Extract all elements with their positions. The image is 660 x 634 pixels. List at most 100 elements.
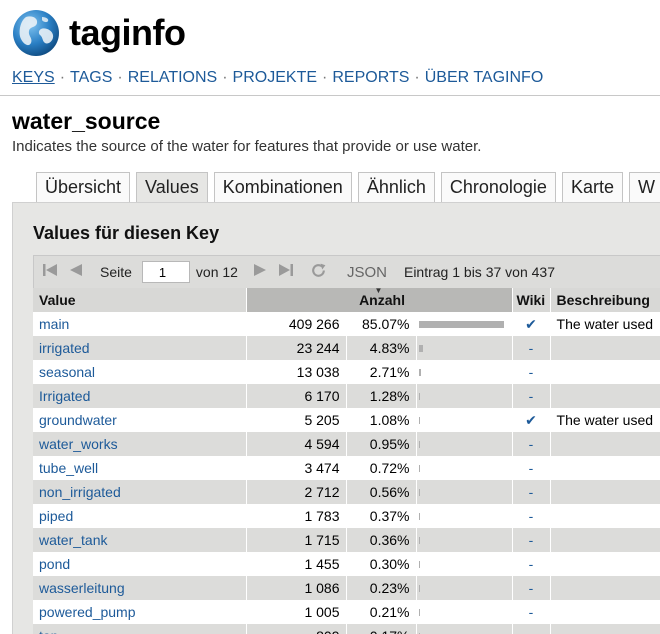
column-header-value[interactable]: Value bbox=[33, 288, 247, 312]
percent-bar bbox=[418, 584, 420, 592]
bar-cell bbox=[416, 504, 513, 528]
bar-cell bbox=[416, 624, 513, 634]
percent-bar bbox=[418, 488, 420, 496]
percent-bar bbox=[418, 344, 424, 352]
count-cell: 2 712 bbox=[246, 480, 347, 504]
next-page-icon[interactable] bbox=[252, 262, 268, 282]
value-link[interactable]: wasserleitung bbox=[39, 580, 125, 596]
prev-page-icon[interactable] bbox=[68, 262, 84, 282]
section-title: Values für diesen Key bbox=[33, 223, 220, 243]
value-link[interactable]: irrigated bbox=[39, 340, 90, 356]
sort-desc-icon: ▼ bbox=[374, 286, 383, 295]
nav-ueber-taginfo[interactable]: ÜBER TAGINFO bbox=[425, 69, 544, 86]
tab-uebersicht[interactable]: Übersicht bbox=[36, 172, 131, 203]
percent-cell: 1.28% bbox=[346, 384, 417, 408]
site-logo[interactable]: taginfo bbox=[12, 9, 186, 57]
table-row: irrigated 23 244 4.83% - bbox=[33, 336, 660, 360]
value-link[interactable]: powered_pump bbox=[39, 604, 136, 620]
value-link[interactable]: non_irrigated bbox=[39, 484, 121, 500]
value-cell: seasonal bbox=[33, 360, 247, 384]
value-cell: wasserleitung bbox=[33, 576, 247, 600]
bar-cell bbox=[416, 456, 513, 480]
values-table: Value ▼ Anzahl Wiki Beschreibung main 409 … bbox=[33, 286, 660, 634]
wiki-cell: - bbox=[512, 432, 551, 456]
nav-keys[interactable]: KEYS bbox=[12, 69, 55, 86]
value-link[interactable]: water_works bbox=[39, 436, 118, 452]
column-header-beschreibung[interactable]: Beschreibung bbox=[550, 288, 660, 312]
tab-values[interactable]: Values bbox=[136, 172, 208, 204]
table-row: tube_well 3 474 0.72% - bbox=[33, 456, 660, 480]
count-cell: 1 005 bbox=[246, 600, 347, 624]
tab-chronologie[interactable]: Chronologie bbox=[440, 172, 556, 203]
nav-separator: · bbox=[117, 69, 123, 86]
wiki-cell: - bbox=[512, 360, 551, 384]
count-cell: 5 205 bbox=[246, 408, 347, 432]
count-cell: 1 715 bbox=[246, 528, 347, 552]
reload-icon[interactable] bbox=[310, 262, 327, 283]
nav-separator: · bbox=[322, 69, 328, 86]
column-header-wiki[interactable]: Wiki bbox=[512, 288, 551, 312]
percent-cell: 0.36% bbox=[346, 528, 417, 552]
count-cell: 409 266 bbox=[246, 312, 347, 336]
percent-cell: 0.72% bbox=[346, 456, 417, 480]
percent-cell: 0.17% bbox=[346, 624, 417, 634]
table-row: water_works 4 594 0.95% - bbox=[33, 432, 660, 456]
nav-reports[interactable]: REPORTS bbox=[332, 69, 409, 86]
value-link[interactable]: seasonal bbox=[39, 364, 95, 380]
description-cell bbox=[550, 552, 660, 576]
percent-bar bbox=[418, 512, 420, 520]
percent-bar bbox=[418, 368, 422, 376]
value-link[interactable]: water_tank bbox=[39, 532, 107, 548]
count-cell: 4 594 bbox=[246, 432, 347, 456]
value-link[interactable]: groundwater bbox=[39, 412, 117, 428]
value-link[interactable]: main bbox=[39, 316, 69, 332]
value-cell: water_tank bbox=[33, 528, 247, 552]
table-row: piped 1 783 0.37% - bbox=[33, 504, 660, 528]
value-cell: powered_pump bbox=[33, 600, 247, 624]
json-link[interactable]: JSON bbox=[347, 264, 387, 281]
count-cell: 1 086 bbox=[246, 576, 347, 600]
value-cell: piped bbox=[33, 504, 247, 528]
value-link[interactable]: Irrigated bbox=[39, 388, 90, 404]
value-link[interactable]: pond bbox=[39, 556, 70, 572]
page-number-input[interactable] bbox=[141, 261, 190, 283]
column-header-anzahl[interactable]: ▼ Anzahl bbox=[246, 286, 513, 312]
bar-cell bbox=[416, 552, 513, 576]
nav-separator: · bbox=[414, 69, 420, 86]
key-description: Indicates the source of the water for fe… bbox=[12, 138, 482, 155]
tab-wiki[interactable]: W bbox=[628, 172, 660, 203]
value-link[interactable]: piped bbox=[39, 508, 73, 524]
percent-cell: 85.07% bbox=[346, 312, 417, 336]
tab-kombinationen[interactable]: Kombinationen bbox=[213, 172, 352, 203]
nav-separator: · bbox=[222, 69, 228, 86]
value-link[interactable]: tap bbox=[39, 628, 58, 634]
first-page-icon[interactable] bbox=[42, 262, 58, 282]
description-cell bbox=[550, 528, 660, 552]
nav-tags[interactable]: TAGS bbox=[70, 69, 112, 86]
description-cell: The water used bbox=[550, 408, 660, 432]
description-cell bbox=[550, 360, 660, 384]
wiki-cell: - bbox=[512, 600, 551, 624]
tab-karte[interactable]: Karte bbox=[561, 172, 623, 203]
tab-aehnlich[interactable]: Ähnlich bbox=[357, 172, 435, 203]
table-row: Irrigated 6 170 1.28% - bbox=[33, 384, 660, 408]
percent-cell: 0.37% bbox=[346, 504, 417, 528]
table-row: water_tank 1 715 0.36% - bbox=[33, 528, 660, 552]
last-page-icon[interactable] bbox=[278, 262, 294, 282]
wiki-cell: - bbox=[512, 624, 551, 634]
wiki-cell: - bbox=[512, 480, 551, 504]
main-nav: KEYS · TAGS · RELATIONS · PROJEKTE · REPORTS · ÜBE… bbox=[12, 69, 543, 87]
wiki-cell: - bbox=[512, 336, 551, 360]
description-cell bbox=[550, 432, 660, 456]
percent-cell: 0.30% bbox=[346, 552, 417, 576]
bar-cell bbox=[416, 312, 513, 336]
description-cell bbox=[550, 624, 660, 634]
description-cell bbox=[550, 600, 660, 624]
nav-relations[interactable]: RELATIONS bbox=[128, 69, 218, 86]
value-cell: main bbox=[33, 312, 247, 336]
value-cell: Irrigated bbox=[33, 384, 247, 408]
wiki-cell: - bbox=[512, 576, 551, 600]
nav-projekte[interactable]: PROJEKTE bbox=[233, 69, 317, 86]
value-link[interactable]: tube_well bbox=[39, 460, 98, 476]
site-header: taginfo KEYS · TAGS · RELATIONS · PROJEKTE · REP… bbox=[0, 0, 660, 96]
